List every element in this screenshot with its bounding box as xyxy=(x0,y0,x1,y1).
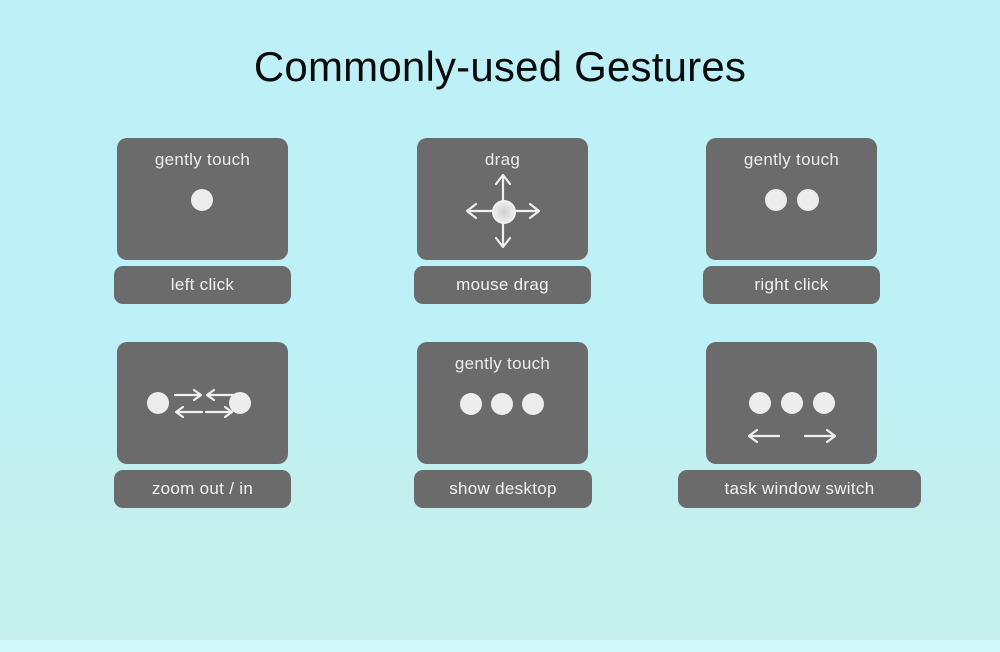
finger-dot xyxy=(147,392,169,414)
gesture-card-zoom xyxy=(117,342,288,464)
gesture-caption: drag xyxy=(484,150,521,169)
gesture-label-left-click[interactable]: left click xyxy=(114,266,291,304)
gesture-caption: gently touch xyxy=(154,150,251,169)
gesture-caption: gently touch xyxy=(743,150,840,169)
gesture-label-mouse-drag[interactable]: mouse drag xyxy=(414,266,591,304)
finger-dot xyxy=(191,189,213,211)
finger-dot xyxy=(460,393,482,415)
pinch-zoom-arrows-icon xyxy=(173,388,235,419)
page-title: Commonly-used Gestures xyxy=(253,43,747,90)
finger-dot xyxy=(492,200,516,224)
gesture-card-show-desktop: gently touch xyxy=(417,342,588,464)
gesture-label-right-click[interactable]: right click xyxy=(703,266,880,304)
gesture-card-mouse-drag: drag xyxy=(417,138,588,260)
finger-dot xyxy=(522,393,544,415)
finger-dot xyxy=(749,392,771,414)
finger-dot xyxy=(813,392,835,414)
gesture-label-show-desktop[interactable]: show desktop xyxy=(414,470,592,508)
gesture-caption: gently touch xyxy=(454,354,551,373)
finger-dot xyxy=(781,392,803,414)
gesture-poster: Commonly-used Gestures gently touch left… xyxy=(0,0,1000,652)
gesture-card-left-click: gently touch xyxy=(117,138,288,260)
gesture-card-task-switch xyxy=(706,342,877,464)
gesture-label-zoom[interactable]: zoom out / in xyxy=(114,470,291,508)
gesture-label-task-switch[interactable]: task window switch xyxy=(678,470,921,508)
finger-dot xyxy=(765,189,787,211)
three-finger-swipe-arrows-icon xyxy=(747,428,837,444)
finger-dot xyxy=(491,393,513,415)
finger-dot xyxy=(797,189,819,211)
gesture-card-right-click: gently touch xyxy=(706,138,877,260)
